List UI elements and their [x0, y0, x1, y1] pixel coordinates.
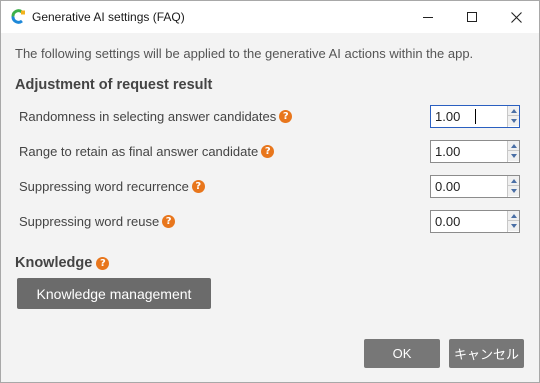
spinner-buttons [507, 211, 519, 232]
arrow-down-icon [510, 119, 517, 123]
decrement-button[interactable] [508, 221, 519, 231]
randomness-label-text: Randomness in selecting answer candidate… [19, 109, 277, 124]
spinner-buttons [507, 141, 519, 162]
decrement-button[interactable] [508, 151, 519, 161]
spinner-buttons [507, 106, 519, 127]
recurrence-input[interactable] [432, 177, 506, 196]
arrow-up-icon [510, 108, 517, 113]
close-icon [510, 11, 522, 23]
knowledge-management-button[interactable]: Knowledge management [17, 278, 211, 309]
minimize-button[interactable] [406, 1, 450, 33]
increment-button[interactable] [508, 211, 519, 221]
recurrence-spinbox[interactable] [430, 175, 520, 198]
settings-dialog: Generative AI settings (FAQ) The followi… [0, 0, 540, 383]
recurrence-label-text: Suppressing word recurrence [19, 179, 189, 194]
adjustment-section-title: Adjustment of request result [15, 77, 213, 93]
help-icon[interactable]: ? [96, 256, 110, 270]
ok-button[interactable]: OK [364, 339, 440, 368]
arrow-up-icon [510, 213, 517, 218]
range-label-text: Range to retain as final answer candidat… [19, 144, 259, 159]
arrow-down-icon [510, 154, 517, 158]
decrement-button[interactable] [508, 186, 519, 196]
randomness-spinbox[interactable] [430, 105, 520, 128]
minimize-icon [423, 16, 433, 18]
spinner-buttons [507, 176, 519, 197]
close-button[interactable] [494, 1, 538, 33]
maximize-icon [467, 12, 477, 22]
text-caret [475, 109, 476, 124]
recurrence-label: Suppressing word recurrence ? [19, 179, 205, 194]
title-bar: Generative AI settings (FAQ) [1, 1, 539, 33]
cancel-button[interactable]: キャンセル [449, 339, 524, 368]
increment-button[interactable] [508, 141, 519, 151]
help-icon[interactable]: ? [162, 215, 176, 228]
reuse-spinbox[interactable] [430, 210, 520, 233]
knowledge-section-title: Knowledge ? [15, 255, 110, 271]
help-icon[interactable]: ? [191, 180, 205, 193]
increment-button[interactable] [508, 106, 519, 116]
range-label: Range to retain as final answer candidat… [19, 144, 275, 159]
knowledge-title-text: Knowledge [15, 255, 93, 271]
range-spinbox[interactable] [430, 140, 520, 163]
description-text: The following settings will be applied t… [15, 46, 474, 61]
help-icon[interactable]: ? [261, 145, 275, 158]
randomness-label: Randomness in selecting answer candidate… [19, 109, 293, 124]
help-icon[interactable]: ? [279, 110, 293, 123]
app-logo-icon [11, 9, 25, 24]
arrow-down-icon [510, 189, 517, 193]
arrow-up-icon [510, 178, 517, 183]
reuse-input[interactable] [432, 212, 506, 231]
decrement-button[interactable] [508, 116, 519, 126]
maximize-button[interactable] [450, 1, 494, 33]
window-title: Generative AI settings (FAQ) [32, 10, 185, 24]
reuse-label: Suppressing word reuse ? [19, 214, 176, 229]
arrow-down-icon [510, 224, 517, 228]
reuse-label-text: Suppressing word reuse [19, 214, 160, 229]
randomness-input[interactable] [432, 107, 506, 126]
increment-button[interactable] [508, 176, 519, 186]
range-input[interactable] [432, 142, 506, 161]
arrow-up-icon [510, 143, 517, 148]
